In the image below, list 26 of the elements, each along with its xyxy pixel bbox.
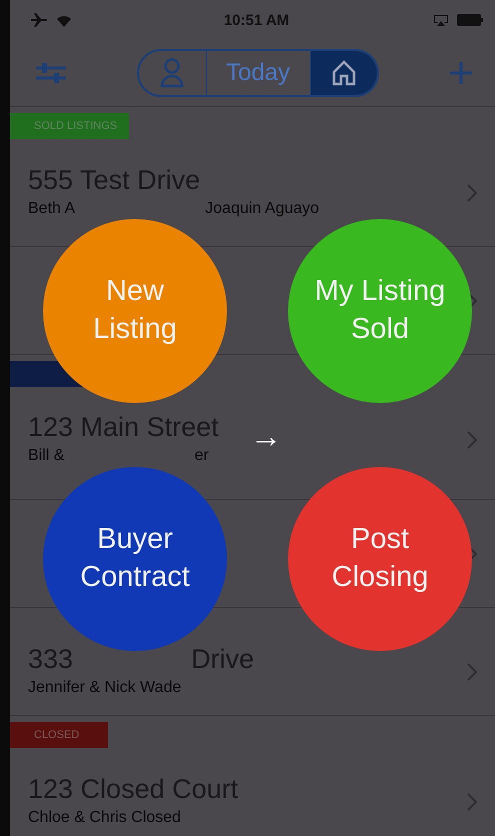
section-label: CLOSED [10, 722, 108, 748]
chevron-icon [467, 184, 477, 202]
home-tab[interactable] [310, 51, 376, 95]
airplay-icon [433, 14, 449, 26]
home-icon [332, 60, 356, 86]
chevron-icon [467, 792, 477, 810]
add-icon[interactable] [449, 61, 473, 85]
action-circle[interactable]: New Listing [43, 219, 227, 403]
client-names: Joaquin Aguayo [205, 200, 320, 218]
client-names: Beth A [28, 200, 76, 218]
sliders-icon[interactable] [36, 62, 66, 84]
battery-icon [457, 14, 483, 26]
client-names: Bill & [28, 446, 64, 466]
client-names: Chloe & Chris Closed [28, 808, 181, 828]
airplane-icon [30, 12, 48, 28]
action-circle[interactable]: My Listing Sold [288, 219, 472, 403]
chevron-icon [467, 430, 477, 448]
person-icon [160, 58, 184, 88]
chevron-icon [467, 662, 477, 680]
section-label: SOLD LISTINGS [10, 113, 130, 139]
client-names: er [194, 446, 209, 466]
wifi-icon [56, 14, 72, 26]
action-circle[interactable]: Post Closing [288, 467, 472, 651]
client-names: Jennifer & Nick Wade [28, 678, 182, 698]
arrow-icon: → [250, 420, 282, 452]
status-time: 10:51 AM [224, 12, 290, 28]
